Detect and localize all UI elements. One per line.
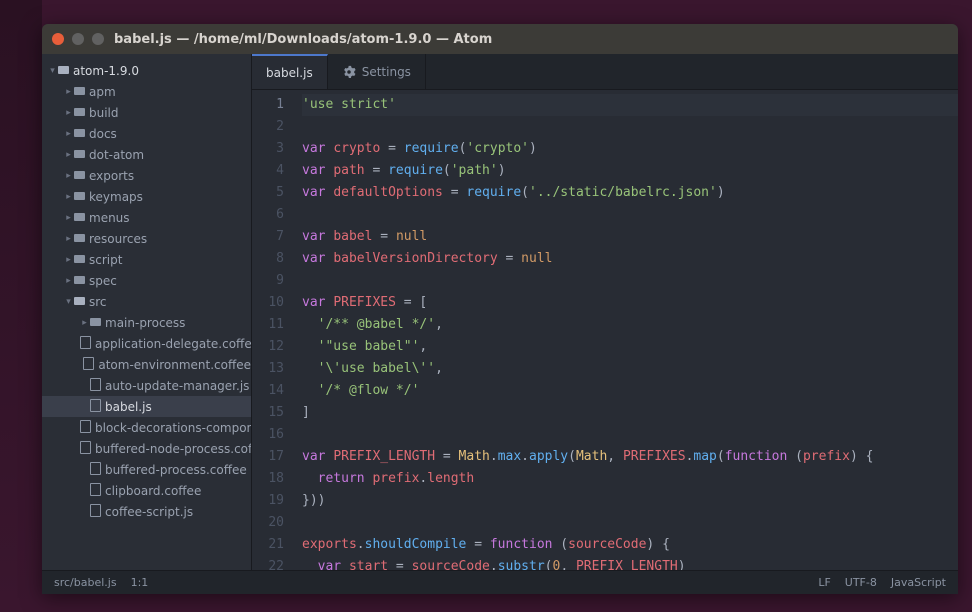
line-number[interactable]: 21 bbox=[252, 534, 284, 556]
tree-folder[interactable]: ▸docs bbox=[42, 123, 251, 144]
tree-file[interactable]: block-decorations-component.coffee bbox=[42, 417, 251, 438]
window-buttons bbox=[52, 33, 104, 45]
tab-babel-js[interactable]: babel.js bbox=[252, 54, 328, 89]
tree-root[interactable]: ▾atom-1.9.0 bbox=[42, 60, 251, 81]
code-line[interactable]: var PREFIXES = [ bbox=[302, 292, 958, 314]
line-number[interactable]: 22 bbox=[252, 556, 284, 570]
code-line[interactable] bbox=[302, 116, 958, 138]
code-line[interactable]: var babel = null bbox=[302, 226, 958, 248]
code-line[interactable]: return prefix.length bbox=[302, 468, 958, 490]
line-number[interactable]: 16 bbox=[252, 424, 284, 446]
maximize-button[interactable] bbox=[92, 33, 104, 45]
tree-folder[interactable]: ▸resources bbox=[42, 228, 251, 249]
code-line[interactable]: var path = require('path') bbox=[302, 160, 958, 182]
code-line[interactable]: 'use strict' bbox=[302, 94, 958, 116]
line-number[interactable]: 2 bbox=[252, 116, 284, 138]
code-line[interactable]: '\'use babel\'', bbox=[302, 358, 958, 380]
tree-file[interactable]: atom-environment.coffee bbox=[42, 354, 251, 375]
status-language[interactable]: JavaScript bbox=[891, 576, 946, 589]
tree-folder[interactable]: ▸script bbox=[42, 249, 251, 270]
tree-folder[interactable]: ▸exports bbox=[42, 165, 251, 186]
tab-settings[interactable]: Settings bbox=[328, 54, 426, 89]
tree-file[interactable]: clipboard.coffee bbox=[42, 480, 251, 501]
line-number[interactable]: 3 bbox=[252, 138, 284, 160]
tree-file[interactable]: application-delegate.coffee bbox=[42, 333, 251, 354]
line-number[interactable]: 6 bbox=[252, 204, 284, 226]
code-line[interactable]: var PREFIX_LENGTH = Math.max.apply(Math,… bbox=[302, 446, 958, 468]
line-number[interactable]: 19 bbox=[252, 490, 284, 512]
tree-folder[interactable]: ▸build bbox=[42, 102, 251, 123]
code-line[interactable]: '/* @flow */' bbox=[302, 380, 958, 402]
line-number[interactable]: 10 bbox=[252, 292, 284, 314]
code-line[interactable]: var defaultOptions = require('../static/… bbox=[302, 182, 958, 204]
minimize-button[interactable] bbox=[72, 33, 84, 45]
code-line[interactable]: })) bbox=[302, 490, 958, 512]
unity-launcher bbox=[0, 0, 42, 612]
tree-folder[interactable]: ▾src bbox=[42, 291, 251, 312]
code-line[interactable]: ] bbox=[302, 402, 958, 424]
status-bar: src/babel.js 1:1 LF UTF-8 JavaScript bbox=[42, 570, 958, 594]
tree-file[interactable]: auto-update-manager.js bbox=[42, 375, 251, 396]
line-number[interactable]: 18 bbox=[252, 468, 284, 490]
line-number[interactable]: 8 bbox=[252, 248, 284, 270]
code-line[interactable]: '/** @babel */', bbox=[302, 314, 958, 336]
tree-folder[interactable]: ▸apm bbox=[42, 81, 251, 102]
tab-bar[interactable]: babel.jsSettings bbox=[252, 54, 958, 90]
code-line[interactable] bbox=[302, 204, 958, 226]
tree-folder[interactable]: ▸main-process bbox=[42, 312, 251, 333]
status-cursor[interactable]: 1:1 bbox=[131, 576, 149, 589]
close-button[interactable] bbox=[52, 33, 64, 45]
line-number[interactable]: 11 bbox=[252, 314, 284, 336]
line-number[interactable]: 17 bbox=[252, 446, 284, 468]
line-number[interactable]: 13 bbox=[252, 358, 284, 380]
editor[interactable]: 12345678910111213141516171819202122 'use… bbox=[252, 90, 958, 570]
status-eol[interactable]: LF bbox=[818, 576, 830, 589]
code-line[interactable]: exports.shouldCompile = function (source… bbox=[302, 534, 958, 556]
line-gutter[interactable]: 12345678910111213141516171819202122 bbox=[252, 90, 296, 570]
line-number[interactable]: 4 bbox=[252, 160, 284, 182]
line-number[interactable]: 14 bbox=[252, 380, 284, 402]
line-number[interactable]: 9 bbox=[252, 270, 284, 292]
tree-file[interactable]: buffered-process.coffee bbox=[42, 459, 251, 480]
tree-folder[interactable]: ▸dot-atom bbox=[42, 144, 251, 165]
tree-file[interactable]: buffered-node-process.coffee bbox=[42, 438, 251, 459]
line-number[interactable]: 5 bbox=[252, 182, 284, 204]
line-number[interactable]: 12 bbox=[252, 336, 284, 358]
window-title: babel.js — /home/ml/Downloads/atom-1.9.0… bbox=[114, 32, 492, 47]
code-line[interactable] bbox=[302, 424, 958, 446]
code-line[interactable]: var start = sourceCode.substr(0, PREFIX_… bbox=[302, 556, 958, 570]
code-line[interactable]: var babelVersionDirectory = null bbox=[302, 248, 958, 270]
titlebar[interactable]: babel.js — /home/ml/Downloads/atom-1.9.0… bbox=[42, 24, 958, 54]
atom-window: babel.js — /home/ml/Downloads/atom-1.9.0… bbox=[42, 24, 958, 594]
status-path[interactable]: src/babel.js bbox=[54, 576, 117, 589]
code-line[interactable] bbox=[302, 270, 958, 292]
code-line[interactable] bbox=[302, 512, 958, 534]
tree-folder[interactable]: ▸keymaps bbox=[42, 186, 251, 207]
file-tree[interactable]: ▾atom-1.9.0▸apm▸build▸docs▸dot-atom▸expo… bbox=[42, 54, 252, 570]
line-number[interactable]: 7 bbox=[252, 226, 284, 248]
gear-icon bbox=[342, 65, 356, 79]
code-area[interactable]: 'use strict' var crypto = require('crypt… bbox=[296, 90, 958, 570]
tree-file[interactable]: babel.js bbox=[42, 396, 251, 417]
tree-folder[interactable]: ▸spec bbox=[42, 270, 251, 291]
line-number[interactable]: 1 bbox=[252, 94, 284, 116]
code-line[interactable]: var crypto = require('crypto') bbox=[302, 138, 958, 160]
line-number[interactable]: 20 bbox=[252, 512, 284, 534]
tree-folder[interactable]: ▸menus bbox=[42, 207, 251, 228]
status-encoding[interactable]: UTF-8 bbox=[845, 576, 877, 589]
tree-file[interactable]: coffee-script.js bbox=[42, 501, 251, 522]
code-line[interactable]: '"use babel"', bbox=[302, 336, 958, 358]
line-number[interactable]: 15 bbox=[252, 402, 284, 424]
